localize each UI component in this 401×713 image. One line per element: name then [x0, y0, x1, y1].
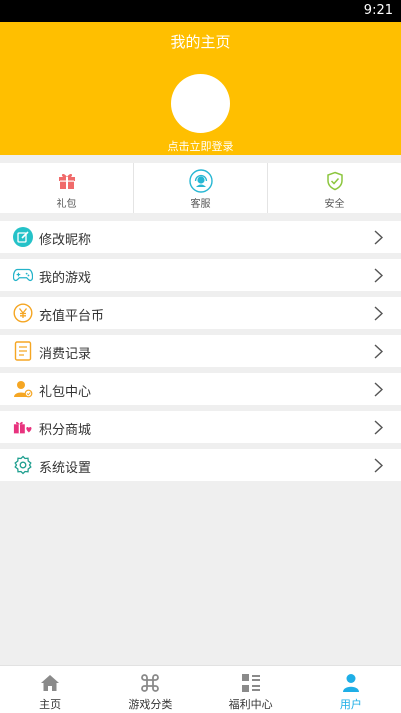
menu-item-label: 消费记录 — [39, 347, 92, 362]
chevron-right-icon — [374, 306, 383, 321]
quick-action-gift[interactable]: 礼包 — [0, 163, 133, 213]
chevron-right-icon — [374, 458, 383, 473]
avatar[interactable] — [171, 74, 230, 133]
tab-label: 福利中心 — [228, 698, 273, 711]
customer-service-icon — [188, 169, 213, 193]
tab-label: 主页 — [39, 698, 62, 711]
gamepad-icon — [13, 265, 33, 285]
menu-item-label: 礼包中心 — [39, 385, 92, 400]
tab-home[interactable]: 主页 — [0, 666, 100, 713]
menu-item-recharge[interactable]: 充值平台币 — [0, 297, 401, 329]
tab-label: 游戏分类 — [128, 698, 173, 711]
tab-label: 用户 — [339, 698, 362, 711]
menu-item-label: 积分商城 — [39, 423, 92, 438]
page-title: 我的主页 — [170, 33, 231, 51]
quick-action-label: 安全 — [324, 199, 345, 210]
menu-item-label: 修改昵称 — [39, 233, 92, 248]
status-time: 9:21 — [363, 3, 393, 18]
status-bar: 9:21 — [0, 0, 401, 22]
chevron-right-icon — [374, 268, 383, 283]
quick-action-label: 客服 — [190, 199, 211, 210]
quick-action-label: 礼包 — [56, 199, 77, 210]
tab-user[interactable]: 用户 — [301, 666, 401, 713]
edit-icon — [13, 227, 33, 247]
bottom-tab-bar: 主页 游戏分类 福利中心 用户 — [0, 665, 401, 713]
shop-gift-icon — [13, 417, 33, 437]
quick-action-security[interactable]: 安全 — [267, 163, 401, 213]
user-icon — [340, 672, 362, 694]
menu-item-consumption-record[interactable]: 消费记录 — [0, 335, 401, 367]
shield-icon — [323, 169, 347, 193]
settings-icon — [13, 455, 33, 475]
menu-item-my-games[interactable]: 我的游戏 — [0, 259, 401, 291]
login-link[interactable]: 点击立即登录 — [0, 138, 401, 154]
menu-item-points-mall[interactable]: 积分商城 — [0, 411, 401, 443]
settings-menu: 修改昵称 我的游戏 充值平台币 消费记录 礼包中心 积分商城 系统设置 — [0, 221, 401, 487]
command-icon — [139, 672, 161, 694]
quick-actions: 礼包 客服 安全 — [0, 163, 401, 213]
home-icon — [39, 672, 61, 694]
chevron-right-icon — [374, 230, 383, 245]
menu-item-gift-center[interactable]: 礼包中心 — [0, 373, 401, 405]
chevron-right-icon — [374, 344, 383, 359]
user-gift-icon — [13, 379, 33, 399]
menu-item-label: 我的游戏 — [39, 271, 92, 286]
yuan-coin-icon — [13, 303, 33, 323]
chevron-right-icon — [374, 382, 383, 397]
record-icon — [13, 341, 33, 361]
grid-list-icon — [240, 672, 262, 694]
menu-item-label: 系统设置 — [39, 461, 92, 476]
quick-action-service[interactable]: 客服 — [133, 163, 267, 213]
menu-item-label: 充值平台币 — [39, 309, 105, 324]
menu-item-edit-nickname[interactable]: 修改昵称 — [0, 221, 401, 253]
chevron-right-icon — [374, 420, 383, 435]
profile-header: 我的主页 点击立即登录 — [0, 22, 401, 155]
tab-welfare-center[interactable]: 福利中心 — [201, 666, 301, 713]
menu-item-system-settings[interactable]: 系统设置 — [0, 449, 401, 481]
gift-icon — [55, 169, 79, 193]
tab-game-categories[interactable]: 游戏分类 — [100, 666, 200, 713]
